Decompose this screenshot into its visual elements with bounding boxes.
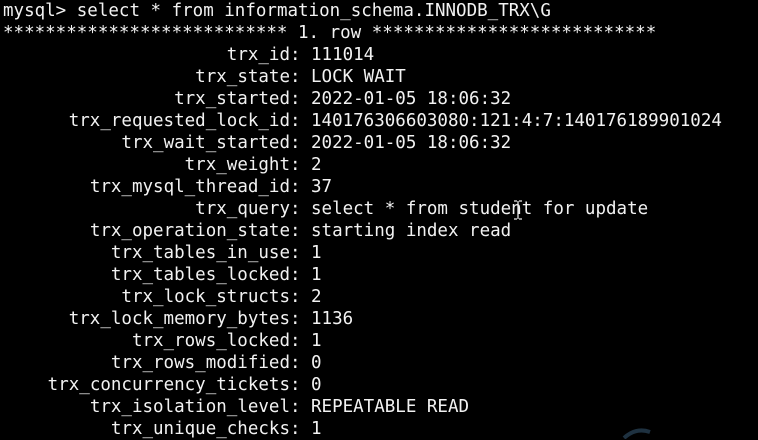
field-name: trx_mysql_thread_id <box>89 177 290 197</box>
field-value: 1 <box>311 331 322 351</box>
field-colon: : <box>290 309 301 329</box>
command-line: mysql> select * from information_schema.… <box>3 0 551 22</box>
result-row: trx_id:111014 <box>0 44 758 66</box>
field-colon: : <box>290 397 301 417</box>
result-row: trx_isolation_level: REPEATABLE READ <box>0 396 758 418</box>
field-name: trx_unique_checks <box>110 419 290 439</box>
result-row: trx_rows_locked:1 <box>0 330 758 352</box>
result-row: trx_tables_in_use:1 <box>0 242 758 264</box>
field-value: 1 <box>311 243 322 263</box>
field-value: 1 <box>311 265 322 285</box>
field-name: trx_concurrency_tickets <box>47 375 290 395</box>
field-colon: : <box>290 89 301 109</box>
field-value: 2 <box>311 287 322 307</box>
result-row: trx_weight:2 <box>0 154 758 176</box>
field-name: trx_id <box>226 45 290 65</box>
field-value: 0 <box>311 353 322 373</box>
field-value: select * from student for update <box>311 199 649 219</box>
result-row: trx_started:2022-01-05 18:06:32 <box>0 88 758 110</box>
field-name: trx_tables_in_use <box>110 243 290 263</box>
field-value: 0 <box>311 375 322 395</box>
result-row: trx_query: select * from student for upda… <box>0 198 758 220</box>
field-value: LOCK WAIT <box>311 67 406 87</box>
result-row: trx_operation_state: starting index read <box>0 220 758 242</box>
result-row: trx_mysql_thread_id:37 <box>0 176 758 198</box>
result-row: trx_rows_modified:0 <box>0 352 758 374</box>
field-value: 2022-01-05 18:06:32 <box>311 89 512 109</box>
command-text: select * from information_schema.INNODB_… <box>76 1 551 21</box>
field-name: trx_lock_memory_bytes <box>68 309 290 329</box>
field-colon: : <box>290 375 301 395</box>
result-row: trx_state: LOCK WAIT <box>0 66 758 88</box>
field-name: trx_query <box>195 199 290 219</box>
field-name: trx_lock_structs <box>121 287 290 307</box>
field-colon: : <box>290 331 301 351</box>
field-colon: : <box>290 221 301 241</box>
field-value: 2 <box>311 155 322 175</box>
field-name: trx_weight <box>184 155 290 175</box>
result-row: trx_tables_locked:1 <box>0 264 758 286</box>
field-colon: : <box>290 265 301 285</box>
prompt: mysql> <box>3 1 77 21</box>
field-colon: : <box>290 67 301 87</box>
field-value: 111014 <box>311 45 375 65</box>
field-value: REPEATABLE READ <box>311 397 470 417</box>
field-name: trx_started <box>174 89 290 109</box>
field-name: trx_wait_started <box>121 133 290 153</box>
field-colon: : <box>290 243 301 263</box>
field-colon: : <box>290 353 301 373</box>
field-colon: : <box>290 111 301 131</box>
field-value: 140176306603080:121:4:7:140176189901024 <box>311 111 722 131</box>
row-separator: *************************** 1. row *****… <box>3 23 657 43</box>
result-row: trx_concurrency_tickets:0 <box>0 374 758 396</box>
field-colon: : <box>290 155 301 175</box>
field-colon: : <box>290 177 301 197</box>
window-corner-icon <box>622 428 651 439</box>
field-colon: : <box>290 45 301 65</box>
field-value: 1 <box>311 419 322 439</box>
field-value: 2022-01-05 18:06:32 <box>311 133 512 153</box>
field-name: trx_rows_locked <box>131 331 290 351</box>
field-name: trx_requested_lock_id <box>68 111 290 131</box>
result-row: trx_requested_lock_id:140176306603080:12… <box>0 110 758 132</box>
text-cursor-icon <box>514 200 522 220</box>
field-value: 37 <box>311 177 333 197</box>
result-row: trx_lock_structs:2 <box>0 286 758 308</box>
result-row: trx_lock_memory_bytes:1136 <box>0 308 758 330</box>
field-name: trx_tables_locked <box>110 265 290 285</box>
terminal-window[interactable]: mysql> select * from information_schema.… <box>0 0 758 439</box>
field-value: 1136 <box>311 309 354 329</box>
field-colon: : <box>290 199 301 219</box>
result-row: trx_wait_started:2022-01-05 18:06:32 <box>0 132 758 154</box>
field-colon: : <box>290 419 301 439</box>
field-name: trx_isolation_level <box>89 397 290 417</box>
field-colon: : <box>290 287 301 307</box>
field-colon: : <box>290 133 301 153</box>
field-name: trx_state <box>195 67 290 87</box>
field-name: trx_rows_modified <box>110 353 290 373</box>
field-name: trx_operation_state <box>89 221 290 241</box>
field-value: starting index read <box>311 221 512 241</box>
